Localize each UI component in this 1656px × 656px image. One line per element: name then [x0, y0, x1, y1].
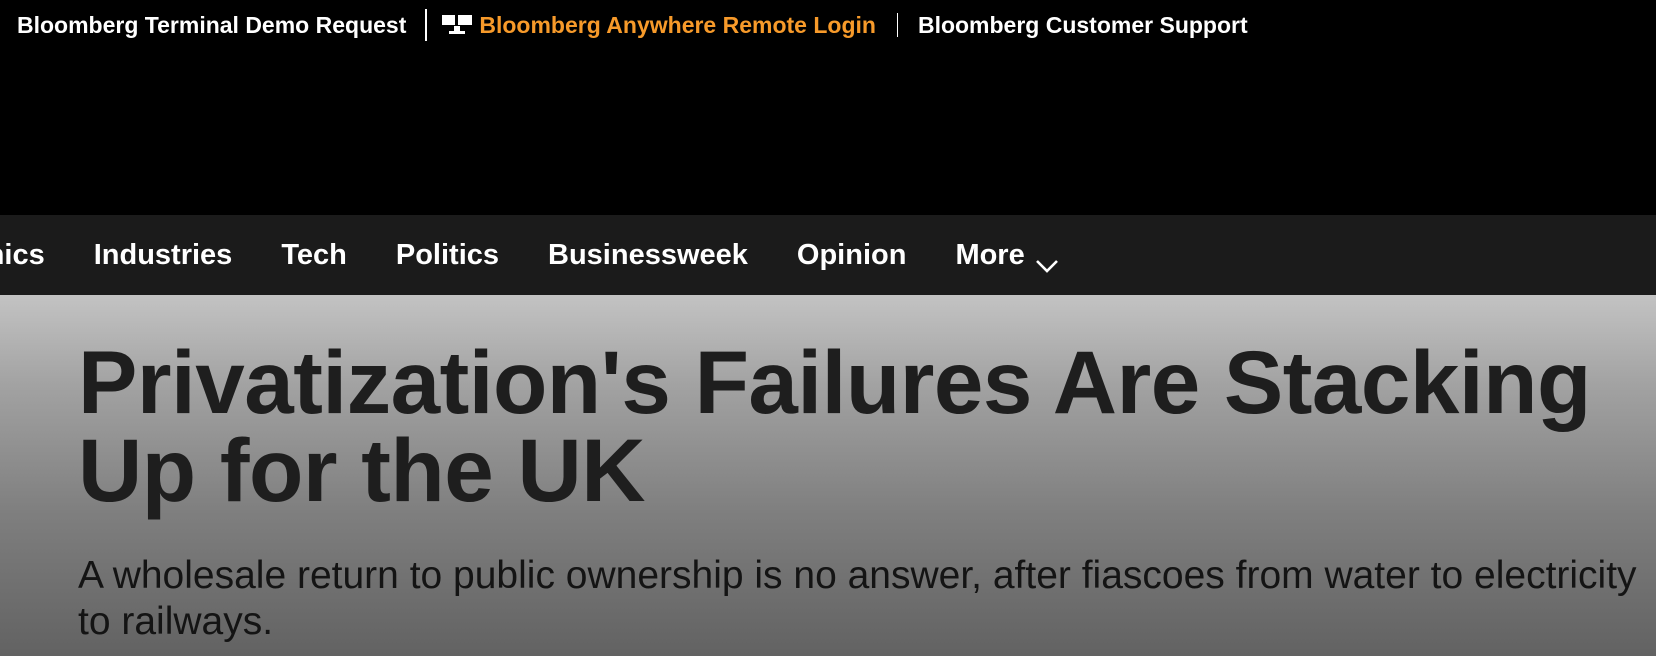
chevron-down-icon: [1035, 248, 1059, 273]
nav-item-economics[interactable]: Economics: [0, 239, 45, 272]
nav-more-label: More: [955, 238, 1025, 271]
terminal-demo-request-link[interactable]: Bloomberg Terminal Demo Request: [17, 12, 406, 39]
article-hero: Privatization's Failures Are Stacking Up…: [0, 295, 1656, 656]
anywhere-remote-login-label: Bloomberg Anywhere Remote Login: [479, 11, 876, 38]
nav-item-opinion[interactable]: Opinion: [797, 239, 907, 272]
nav-item-tech[interactable]: Tech: [281, 239, 347, 272]
divider: [896, 13, 898, 37]
nav-item-more[interactable]: More: [955, 238, 1059, 273]
terminal-icon: [441, 14, 473, 36]
customer-support-link[interactable]: Bloomberg Customer Support: [918, 12, 1248, 39]
header-blank-area: [0, 50, 1656, 215]
divider: [425, 9, 428, 41]
top-utility-bar: Bloomberg Terminal Demo Request Bloomber…: [0, 0, 1656, 50]
article-dek: A wholesale return to public ownership i…: [78, 554, 1637, 643]
nav-item-politics[interactable]: Politics: [396, 239, 499, 272]
article-headline: Privatization's Failures Are Stacking Up…: [78, 332, 1591, 520]
nav-item-businessweek[interactable]: Businessweek: [548, 239, 748, 272]
main-nav: Economics Industries Tech Politics Busin…: [0, 215, 1656, 295]
anywhere-remote-login-link[interactable]: Bloomberg Anywhere Remote Login: [441, 12, 876, 39]
nav-item-industries[interactable]: Industries: [94, 239, 233, 272]
